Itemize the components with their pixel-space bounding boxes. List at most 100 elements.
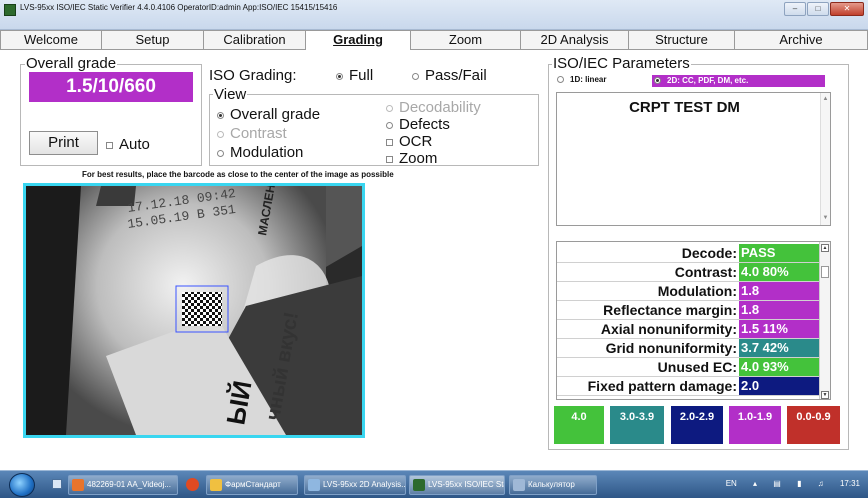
folder-icon	[210, 479, 222, 491]
param-label: Reflectance margin:	[603, 302, 737, 318]
tray-arrow-icon[interactable]: ▴	[753, 479, 757, 488]
overall-grade-radio-dot[interactable]	[217, 111, 224, 119]
captured-image[interactable]: 17.12.18 09:42 15.05.19 B 351 МАСЛЕНЕТ ч…	[23, 183, 365, 438]
view-overall-grade-radio[interactable]: Overall grade	[217, 107, 320, 123]
scroll-up-icon[interactable]: ▲	[821, 95, 830, 104]
maximize-button[interactable]: □	[807, 2, 829, 16]
datamatrix-code	[182, 292, 222, 326]
print-button[interactable]: Print	[29, 131, 98, 155]
view-ocr-checkbox[interactable]: OCR	[386, 134, 432, 150]
taskbar-item-label: 482269-01 AA_Videoj...	[87, 480, 171, 489]
iso-grading-label: ISO Grading:	[209, 67, 297, 84]
view-contrast-radio[interactable]: Contrast	[217, 126, 287, 142]
tab-grading[interactable]: Grading	[306, 30, 411, 50]
symbology-2d-radio[interactable]: 2D: CC, PDF, DM, etc.	[652, 75, 825, 87]
clock[interactable]: 17:31	[840, 479, 860, 488]
ocr-check-box[interactable]	[386, 138, 393, 146]
taskbar-item-static-verifier[interactable]: LVS-95xx ISO/IEC Sta...	[409, 475, 505, 495]
view-modulation-radio[interactable]: Modulation	[217, 145, 303, 161]
param-value: PASS	[739, 244, 821, 262]
scroll-thumb[interactable]	[821, 266, 829, 278]
language-indicator[interactable]: EN	[726, 479, 737, 488]
contrast-radio-dot[interactable]	[217, 130, 224, 138]
taskbar: 482269-01 AA_Videoj... ФармСтандарт LVS-…	[0, 470, 868, 498]
window-title: LVS-95xx ISO/IEC Static Verifier 4.4.0.4…	[20, 3, 338, 12]
param-label: Unused EC:	[657, 359, 737, 375]
show-desktop-icon[interactable]	[52, 479, 62, 489]
param-row-unused-ec: Unused EC: 4.0 93%	[557, 358, 821, 377]
view-zoom-checkbox[interactable]: Zoom	[386, 151, 437, 167]
zoom-check-box[interactable]	[386, 155, 393, 163]
symbology-1d-radio[interactable]: 1D: linear	[557, 75, 606, 84]
grade-legend-3: 3.0-3.9	[610, 406, 664, 444]
contrast-option-label: Contrast	[230, 125, 287, 142]
volume-icon[interactable]: ♫	[818, 479, 824, 488]
tab-2d-analysis[interactable]: 2D Analysis	[521, 30, 629, 50]
app-window-icon	[308, 479, 320, 491]
scroll-down-icon[interactable]: ▼	[821, 214, 830, 223]
param-value: 1.8	[739, 282, 821, 300]
passfail-radio-dot[interactable]	[412, 72, 419, 80]
param-label: Decode:	[681, 245, 737, 261]
symbology-1d-label: 1D: linear	[570, 75, 607, 84]
decodability-radio-dot[interactable]	[386, 104, 393, 112]
symbology-1d-radio-dot[interactable]	[557, 76, 564, 84]
taskbar-item-calculator[interactable]: Калькулятор	[509, 475, 597, 495]
tab-calibration[interactable]: Calibration	[204, 30, 306, 50]
tab-welcome[interactable]: Welcome	[0, 30, 102, 50]
placement-hint: For best results, place the barcode as c…	[82, 170, 394, 179]
taskbar-item-2d-analysis[interactable]: LVS-95xx 2D Analysis...	[304, 475, 406, 495]
scroll-up-icon[interactable]: ▲	[821, 244, 829, 252]
defects-radio-dot[interactable]	[386, 121, 393, 129]
param-row-contrast: Contrast: 4.0 80%	[557, 263, 821, 282]
iso-params-legend: ISO/IEC Parameters	[552, 55, 691, 72]
taskbar-item-label: LVS-95xx ISO/IEC Sta...	[428, 480, 504, 489]
zoom-option-label: Zoom	[399, 150, 438, 167]
tab-archive[interactable]: Archive	[735, 30, 868, 50]
full-radio-dot[interactable]	[336, 72, 343, 80]
signal-icon[interactable]: ▮	[797, 479, 801, 488]
firefox-icon[interactable]	[186, 478, 199, 491]
decoded-data-text: CRPT TEST DM	[629, 99, 740, 116]
auto-checkbox[interactable]: Auto	[106, 137, 150, 153]
scroll-down-icon[interactable]: ▼	[821, 391, 829, 399]
auto-label: Auto	[119, 136, 150, 153]
param-label: Fixed pattern damage:	[587, 378, 737, 394]
tab-zoom[interactable]: Zoom	[411, 30, 521, 50]
iso-grading-passfail-radio[interactable]: Pass/Fail	[412, 68, 487, 84]
taskbar-item-video[interactable]: 482269-01 AA_Videoj...	[68, 475, 178, 495]
decoded-data-box[interactable]: CRPT TEST DM ▲ ▼	[556, 92, 831, 226]
modulation-radio-dot[interactable]	[217, 149, 224, 157]
taskbar-item-label: Калькулятор	[528, 480, 575, 489]
barcode-capture-image: 17.12.18 09:42 15.05.19 B 351 МАСЛЕНЕТ ч…	[26, 186, 362, 435]
start-button[interactable]	[9, 473, 35, 497]
decodability-option-label: Decodability	[399, 99, 481, 116]
iso-grading-full-radio[interactable]: Full	[336, 68, 373, 84]
view-defects-radio[interactable]: Defects	[386, 117, 450, 133]
title-bar: LVS-95xx ISO/IEC Static Verifier 4.4.0.4…	[0, 0, 868, 30]
app-icon	[4, 4, 16, 16]
tab-setup[interactable]: Setup	[102, 30, 204, 50]
network-icon[interactable]: ▤	[773, 479, 781, 488]
calculator-icon	[513, 479, 525, 491]
param-label: Modulation:	[657, 283, 737, 299]
taskbar-item-label: LVS-95xx 2D Analysis...	[323, 480, 406, 489]
tab-structure[interactable]: Structure	[629, 30, 735, 50]
param-row-decode: Decode: PASS	[557, 244, 821, 263]
overall-grade-legend: Overall grade	[25, 55, 118, 72]
modulation-option-label: Modulation	[230, 144, 304, 161]
minimize-button[interactable]: –	[784, 2, 806, 16]
ocr-option-label: OCR	[399, 133, 433, 150]
params-scrollbar[interactable]: ▲ ▼	[819, 242, 830, 399]
param-row-modulation: Modulation: 1.8	[557, 282, 821, 301]
taskbar-item-pharma[interactable]: ФармСтандарт	[206, 475, 298, 495]
decoded-data-scrollbar[interactable]: ▲ ▼	[820, 93, 830, 225]
auto-check-box[interactable]	[106, 141, 113, 149]
main-tabs: Welcome Setup Calibration Grading Zoom 2…	[0, 30, 868, 50]
view-decodability-radio[interactable]: Decodability	[386, 100, 481, 116]
param-value: 4.0 93%	[739, 358, 821, 376]
param-value: 2.0	[739, 377, 821, 395]
symbology-2d-radio-dot[interactable]	[654, 77, 661, 85]
param-value: 1.5 11%	[739, 320, 821, 338]
close-button[interactable]: ✕	[830, 2, 864, 16]
